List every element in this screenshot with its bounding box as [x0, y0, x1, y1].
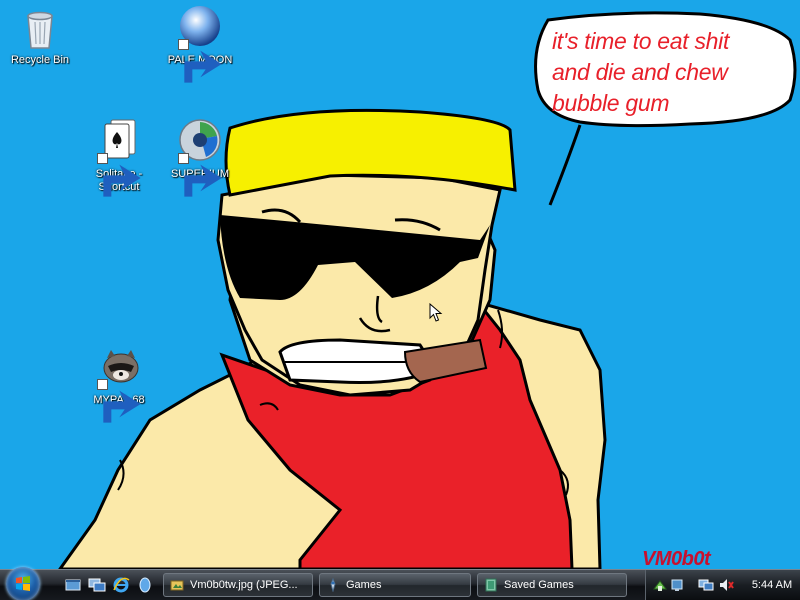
image-viewer-icon	[170, 578, 184, 592]
desktop-icon-pale-moon[interactable]: PALE MOON	[160, 4, 240, 83]
solitaire-icon	[95, 118, 143, 197]
pale-moon-icon	[176, 4, 224, 83]
speaker-icon[interactable]	[718, 577, 734, 593]
recycle-bin-icon	[16, 4, 64, 52]
switch-windows-icon[interactable]	[88, 576, 106, 594]
desktop-icon-mypal-68[interactable]: MYPAL 68	[79, 344, 159, 423]
internet-explorer-icon[interactable]	[112, 576, 130, 594]
mouse-cursor-icon	[429, 303, 443, 322]
taskbar-button-saved-games[interactable]: Saved Games	[477, 573, 627, 597]
display-icon[interactable]	[698, 577, 714, 593]
network-icon[interactable]	[652, 577, 668, 593]
shortcut-arrow-icon	[97, 379, 141, 423]
taskbar: Vm0b0tw.jpg (JPEG... Games Saved Games 5…	[0, 567, 800, 600]
taskbar-button-games[interactable]: Games	[319, 573, 471, 597]
taskbar-button-image-viewer[interactable]: Vm0b0tw.jpg (JPEG...	[163, 573, 313, 597]
windows-logo-icon	[16, 576, 30, 591]
desktop-icon-solitaire-shortcut[interactable]: Solitaire - Shortcut	[79, 118, 159, 197]
system-clock[interactable]: 5:44 AM	[743, 570, 800, 600]
superium-icon	[176, 118, 224, 197]
speech-bubble-text: it's time to eat shit and die and chew b…	[552, 26, 782, 119]
games-icon	[326, 578, 340, 592]
media-icon[interactable]	[136, 576, 154, 594]
shortcut-arrow-icon	[97, 153, 141, 197]
taskbar-button-label: Saved Games	[504, 579, 574, 591]
volume-muted-icon[interactable]	[670, 577, 686, 593]
desktop-icon-recycle-bin[interactable]: Recycle Bin	[0, 4, 80, 67]
taskbar-button-label: Vm0b0tw.jpg (JPEG...	[190, 579, 298, 591]
taskbar-button-label: Games	[346, 579, 382, 591]
speech-line-2: and die and chew	[552, 59, 728, 85]
speech-line-3: bubble gum	[552, 90, 670, 116]
desktop-icon-label: Recycle Bin	[10, 54, 70, 66]
system-tray: 5:44 AM	[645, 570, 800, 600]
start-button[interactable]	[6, 567, 40, 600]
desktop[interactable]: it's time to eat shit and die and chew b…	[0, 0, 800, 569]
mypal-icon	[95, 344, 143, 423]
artist-signature: VM0b0t	[642, 548, 711, 569]
folder-icon	[484, 578, 498, 592]
shortcut-arrow-icon	[178, 153, 222, 197]
show-desktop-icon[interactable]	[64, 576, 82, 594]
desktop-icon-superium[interactable]: SUPERIUM	[160, 118, 240, 197]
shortcut-arrow-icon	[178, 39, 222, 83]
speech-line-1: it's time to eat shit	[552, 28, 730, 54]
